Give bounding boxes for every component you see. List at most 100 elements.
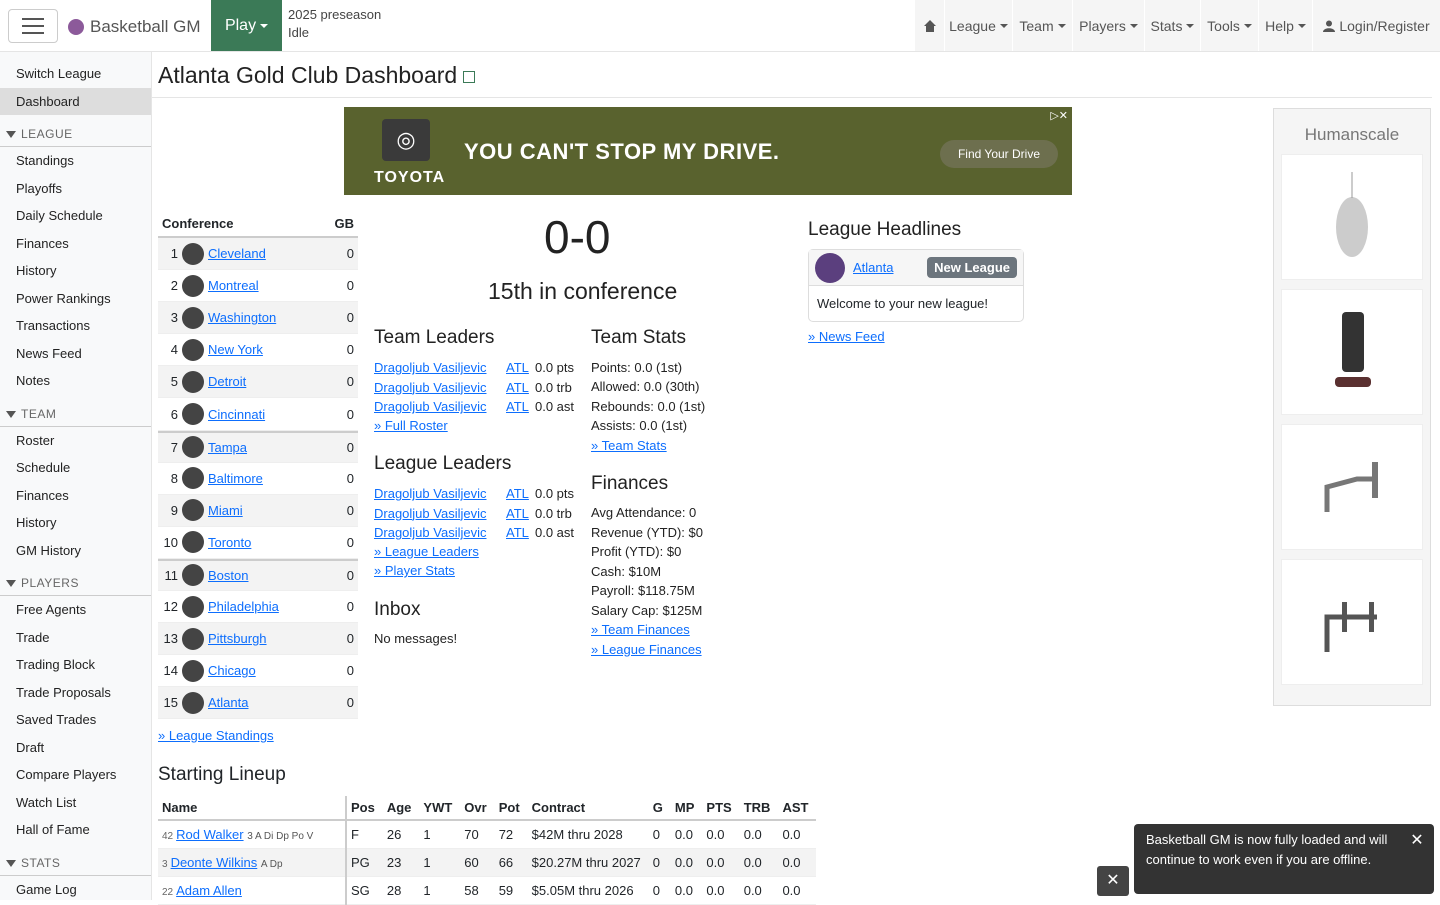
leader-player-link[interactable]: Dragoljub Vasiljevic — [374, 525, 486, 540]
sidebar-item-saved-trades[interactable]: Saved Trades — [0, 706, 151, 734]
sidebar-item-schedule[interactable]: Schedule — [0, 454, 151, 482]
column-header[interactable]: Pot — [494, 796, 528, 821]
player-link[interactable]: Rod Walker — [176, 827, 243, 842]
sidebar-item-transactions[interactable]: Transactions — [0, 312, 151, 340]
sidebar-item-watch-list[interactable]: Watch List — [0, 789, 151, 817]
product-dual-monitor-arm-icon[interactable] — [1281, 559, 1423, 685]
team-link[interactable]: Miami — [208, 503, 347, 518]
player-link[interactable]: Adam Allen — [176, 883, 242, 898]
external-link-icon[interactable] — [463, 70, 476, 83]
play-menu-button[interactable]: Play — [211, 0, 282, 51]
product-mouse-icon[interactable] — [1281, 154, 1423, 280]
column-header[interactable]: TRB — [739, 796, 779, 821]
product-headphone-stand-icon[interactable] — [1281, 289, 1423, 415]
column-header[interactable]: PTS — [702, 796, 740, 821]
leader-team-link[interactable]: ATL — [506, 360, 529, 375]
sidebar-item-compare-players[interactable]: Compare Players — [0, 761, 151, 789]
team-link[interactable]: Washington — [208, 310, 347, 325]
sidebar-item-daily-schedule[interactable]: Daily Schedule — [0, 202, 151, 230]
brand-logo-link[interactable]: Basketball GM — [68, 12, 201, 42]
sidebar-item-trade[interactable]: Trade — [0, 624, 151, 652]
team-stats-link[interactable]: » Team Stats — [591, 438, 667, 453]
team-link[interactable]: Detroit — [208, 374, 347, 389]
column-header[interactable]: YWT — [419, 796, 461, 821]
team-link[interactable]: Toronto — [208, 535, 347, 550]
sidebar-item-draft[interactable]: Draft — [0, 734, 151, 762]
team-link[interactable]: Philadelphia — [208, 599, 347, 614]
team-link[interactable]: Pittsburgh — [208, 631, 347, 646]
team-link[interactable]: Cincinnati — [208, 407, 347, 422]
column-header[interactable]: Ovr — [460, 796, 495, 821]
column-header[interactable]: Contract — [527, 796, 649, 821]
login-register-link[interactable]: Login/Register — [1312, 0, 1440, 51]
sidebar-item-dashboard[interactable]: Dashboard — [0, 87, 151, 115]
league-leaders-link[interactable]: » League Leaders — [374, 544, 479, 559]
leader-player-link[interactable]: Dragoljub Vasiljevic — [374, 360, 486, 375]
toast-close-icon[interactable]: ✕ — [1406, 830, 1428, 852]
ad-cta-button[interactable]: Find Your Drive — [940, 140, 1058, 168]
player-link[interactable]: Deonte Wilkins — [171, 855, 258, 870]
hamburger-menu-button[interactable] — [8, 9, 58, 43]
leader-player-link[interactable]: Dragoljub Vasiljevic — [374, 380, 486, 395]
sidebar-item-switch-league[interactable]: Switch League — [0, 60, 151, 88]
sidebar-item-free-agents[interactable]: Free Agents — [0, 596, 151, 624]
nav-tools[interactable]: Tools — [1200, 0, 1258, 51]
sidebar-item-playoffs[interactable]: Playoffs — [0, 175, 151, 203]
sidebar-item-team-history[interactable]: History — [0, 509, 151, 537]
team-link[interactable]: Cleveland — [208, 246, 347, 261]
sidebar-section-team[interactable]: TEAM — [0, 401, 151, 427]
leader-team-link[interactable]: ATL — [506, 525, 529, 540]
sidebar-item-league-history[interactable]: History — [0, 257, 151, 285]
full-roster-link[interactable]: » Full Roster — [374, 418, 448, 433]
team-link[interactable]: Chicago — [208, 663, 347, 678]
column-header[interactable]: G — [648, 796, 671, 821]
home-button[interactable] — [914, 0, 944, 51]
leader-team-link[interactable]: ATL — [506, 486, 529, 501]
leader-player-link[interactable]: Dragoljub Vasiljevic — [374, 506, 486, 521]
sidebar-item-standings[interactable]: Standings — [0, 147, 151, 175]
column-header[interactable]: Pos — [345, 796, 383, 821]
leader-team-link[interactable]: ATL — [506, 399, 529, 414]
leader-player-link[interactable]: Dragoljub Vasiljevic — [374, 486, 486, 501]
sidebar-item-gm-history[interactable]: GM History — [0, 537, 151, 565]
sidebar-section-players[interactable]: PLAYERS — [0, 570, 151, 596]
sidebar-item-team-finances[interactable]: Finances — [0, 482, 151, 510]
product-monitor-arm-icon[interactable] — [1281, 424, 1423, 550]
banner-ad[interactable]: ◎ TOYOTA YOU CAN'T STOP MY DRIVE. Find Y… — [344, 107, 1072, 195]
sidebar-item-notes[interactable]: Notes — [0, 367, 151, 395]
sidebar-section-league[interactable]: LEAGUE — [0, 121, 151, 147]
news-team-link[interactable]: Atlanta — [853, 260, 893, 275]
nav-help[interactable]: Help — [1258, 0, 1312, 51]
sidebar-item-hall-of-fame[interactable]: Hall of Fame — [0, 816, 151, 844]
sidebar-item-power-rankings[interactable]: Power Rankings — [0, 285, 151, 313]
team-link[interactable]: Baltimore — [208, 471, 347, 486]
column-header[interactable]: AST — [778, 796, 817, 821]
sidebar-item-trading-block[interactable]: Trading Block — [0, 651, 151, 679]
league-finances-link[interactable]: » League Finances — [591, 642, 702, 657]
ad-close-icon[interactable]: ▷✕ — [1050, 109, 1068, 122]
team-logo-icon[interactable] — [815, 252, 845, 283]
nav-stats[interactable]: Stats — [1144, 0, 1200, 51]
column-header[interactable]: MP — [670, 796, 703, 821]
dismiss-all-button[interactable]: ✕ — [1097, 866, 1129, 896]
sidebar-item-roster[interactable]: Roster — [0, 427, 151, 455]
team-link[interactable]: New York — [208, 342, 347, 357]
team-link[interactable]: Montreal — [208, 278, 347, 293]
leader-team-link[interactable]: ATL — [506, 506, 529, 521]
team-link[interactable]: Tampa — [208, 440, 347, 455]
sidebar-section-stats[interactable]: STATS — [0, 850, 151, 876]
nav-players[interactable]: Players — [1072, 0, 1144, 51]
news-feed-link[interactable]: » News Feed — [808, 329, 885, 344]
sidebar-item-league-finances[interactable]: Finances — [0, 230, 151, 258]
league-standings-link[interactable]: » League Standings — [158, 728, 274, 743]
team-link[interactable]: Atlanta — [208, 695, 347, 710]
leader-player-link[interactable]: Dragoljub Vasiljevic — [374, 399, 486, 414]
sidebar-item-trade-proposals[interactable]: Trade Proposals — [0, 679, 151, 707]
sidebar-item-game-log[interactable]: Game Log — [0, 876, 151, 901]
column-header[interactable]: Age — [382, 796, 420, 821]
leader-team-link[interactable]: ATL — [506, 380, 529, 395]
column-header[interactable]: Name — [158, 796, 346, 821]
nav-league[interactable]: League — [944, 0, 1012, 51]
team-finances-link[interactable]: » Team Finances — [591, 622, 690, 637]
side-ad[interactable]: Humanscale — [1273, 108, 1431, 706]
